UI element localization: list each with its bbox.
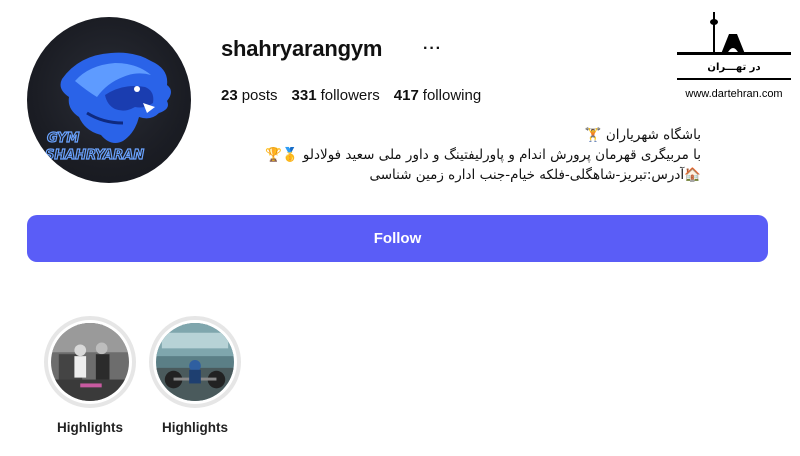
profile-bio: باشگاه شهریاران 🏋 با مربیگری قهرمان پرور… [221,125,701,185]
logo-text: در تهـــران [707,62,760,73]
follow-button[interactable]: Follow [27,215,768,262]
avatar-text-top: GYM [47,131,80,146]
highlight-ring [149,316,241,408]
highlight-item[interactable]: Highlights [44,316,136,435]
more-options-button[interactable]: ··· [423,40,442,58]
following-stat[interactable]: 417 following [394,87,481,104]
following-count: 417 [393,87,419,104]
followers-label: followers [320,87,380,104]
profile-stats: 23 posts 331 followers 417 following [221,87,481,104]
avatar-text-bottom: SHAHRYARAN [45,148,144,163]
highlight-ring [44,316,136,408]
dartehran-logo: در تهـــران www.dartehran.com [677,8,791,102]
bio-line-2: با مربیگری قهرمان پرورش اندام و پاورلیفت… [264,147,701,163]
followers-count: 331 [291,87,317,104]
posts-label: posts [241,87,278,104]
highlight-label: Highlights [162,420,228,435]
posts-count: 23 [221,87,238,104]
bio-line-3: 🏠آدرس:تبریز-شاهگلی-فلکه خیام-جنب اداره ز… [369,167,701,183]
followers-stat[interactable]: 331 followers [292,87,380,104]
tehran-skyline-icon: در تهـــران [677,12,791,80]
highlight-cover-image [51,323,129,401]
highlight-item[interactable]: Highlights [149,316,241,435]
highlight-label: Highlights [57,420,123,435]
following-label: following [422,87,482,104]
bio-line-1: باشگاه شهریاران 🏋 [584,127,701,143]
lion-logo-icon: GYM SHAHRYARAN [44,52,171,164]
posts-stat[interactable]: 23 posts [221,87,278,104]
profile-avatar[interactable]: GYM SHAHRYARAN [27,17,191,183]
highlight-cover-image [156,323,234,401]
profile-username: shahryarangym [221,36,383,61]
watermark-url: www.dartehran.com [685,88,783,100]
